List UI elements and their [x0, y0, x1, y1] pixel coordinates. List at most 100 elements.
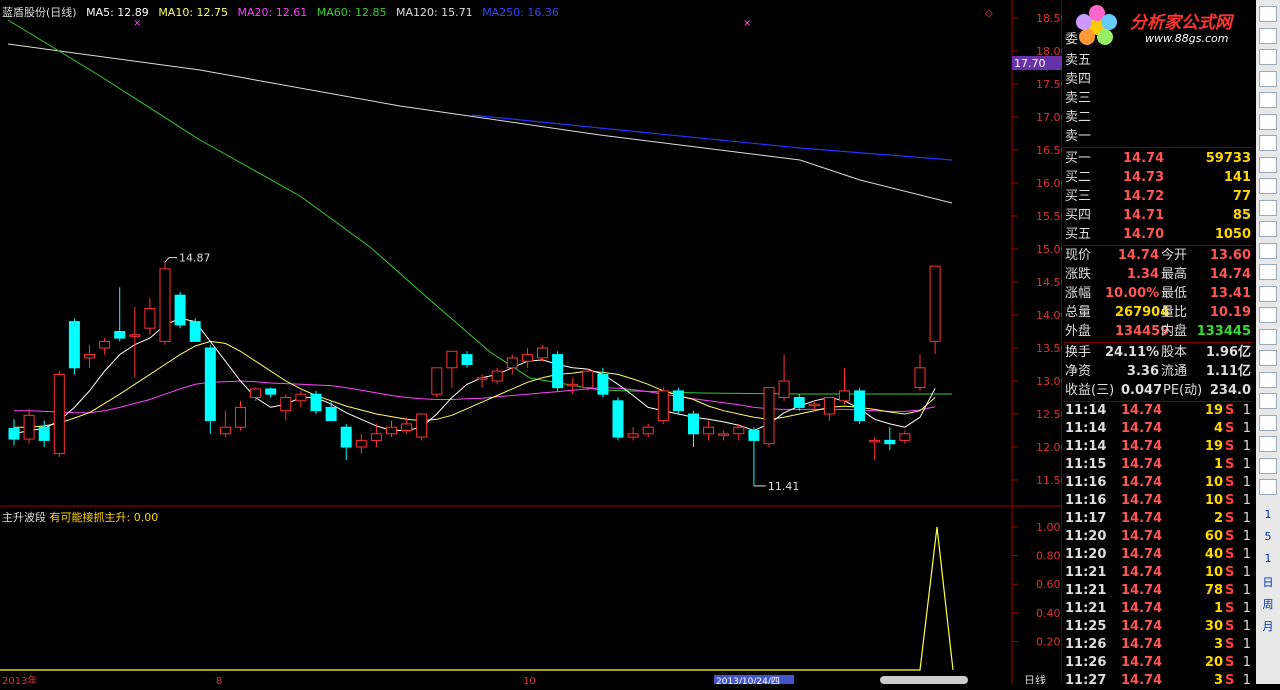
table-icon[interactable]	[1259, 70, 1277, 87]
ruler-icon[interactable]	[1259, 436, 1277, 452]
date-label-8: 8	[216, 676, 222, 684]
candle	[506, 357, 518, 369]
kline-chart-area[interactable]: 18.5018.0017.5017.0016.5016.0015.5015.00…	[0, 0, 1062, 684]
ma250-label: MA250: 16.36	[482, 6, 559, 19]
price-tick-label: 14.50	[1036, 276, 1062, 289]
candle	[748, 430, 760, 441]
candle	[431, 367, 443, 395]
stock-title: 蓝盾股份(日线)	[2, 6, 77, 19]
stat-row-3: 涨幅 10.00% 最低 13.41	[1065, 286, 1251, 301]
candle	[401, 423, 413, 431]
bid-1: 买一 14.74 59733	[1065, 151, 1251, 166]
candle	[552, 354, 564, 389]
indicator-tick-label: 0.40	[1036, 607, 1061, 620]
price-tick-label: 13.50	[1036, 342, 1062, 355]
price-tick-label: 17.00	[1036, 111, 1062, 124]
candle	[84, 354, 95, 359]
tick-row: 11:16 14.74 10 S 1	[1065, 493, 1251, 508]
candle	[884, 439, 896, 445]
candle	[688, 413, 699, 435]
period-shortcut[interactable]: 1	[1256, 552, 1280, 565]
candle	[68, 321, 80, 369]
ma120-line	[7, 43, 953, 204]
wave-icon[interactable]	[1259, 350, 1277, 366]
stat-row-4: 总量 267904 量比 10.19	[1065, 305, 1251, 320]
chart-icon[interactable]	[1259, 113, 1277, 130]
down-icon[interactable]	[1259, 27, 1277, 44]
tick-row: 11:21 14.74 1 S 1	[1065, 601, 1251, 616]
indicator-tick-label: 1.00	[1036, 521, 1061, 534]
candle	[869, 439, 881, 443]
date-label-10: 10	[523, 676, 536, 684]
candle	[250, 388, 262, 399]
candle	[355, 439, 367, 448]
indicator-name: 主升波段	[2, 511, 46, 524]
box-icon[interactable]	[1259, 479, 1277, 495]
ma5-label: MA5: 12.89	[86, 6, 149, 19]
candle	[627, 433, 639, 438]
marker-diamond: ◇	[985, 8, 993, 19]
candle	[219, 426, 231, 435]
candle	[642, 426, 654, 435]
kline-icon[interactable]	[1259, 156, 1277, 173]
fs-icon[interactable]	[1259, 457, 1277, 474]
current-price-marker-label: 17.70	[1014, 57, 1046, 70]
doc-icon[interactable]	[1259, 178, 1277, 194]
bid-5: 买五 14.70 1050	[1065, 227, 1251, 242]
price-tick-label: 16.50	[1036, 144, 1062, 157]
grid-icon[interactable]	[1259, 328, 1277, 345]
tick-row: 11:16 14.74 10 S 1	[1065, 475, 1251, 490]
candle	[476, 377, 488, 380]
tick-row: 11:27 14.74 3 S 1	[1065, 673, 1251, 688]
candle	[8, 428, 20, 440]
right-toolbar: 1 5 1 日周月	[1256, 0, 1280, 684]
chart-icon[interactable]	[1259, 92, 1277, 108]
f10-icon[interactable]	[1259, 264, 1277, 280]
list-icon[interactable]	[1259, 221, 1277, 237]
candle	[582, 370, 594, 389]
bid-3: 买三 14.72 77	[1065, 189, 1251, 204]
price-tick-label: 15.50	[1036, 210, 1062, 223]
minus-icon[interactable]	[1259, 6, 1277, 22]
candle	[325, 406, 337, 422]
list-icon[interactable]	[1259, 242, 1277, 259]
fia-icon[interactable]	[1259, 307, 1277, 323]
candle	[672, 390, 684, 412]
candle	[265, 388, 277, 395]
kline-chart[interactable]: 18.5018.0017.5017.0016.5016.0015.5015.00…	[0, 0, 1062, 684]
candle	[280, 397, 292, 412]
ma-legend: 蓝盾股份(日线) MA5: 12.89 MA10: 12.75 MA20: 12…	[2, 4, 565, 20]
candle	[733, 426, 745, 435]
price-tick-label: 13.00	[1036, 375, 1062, 388]
period-shortcut[interactable]: 5	[1256, 530, 1280, 543]
fiz-icon[interactable]	[1259, 285, 1277, 302]
period-shortcut[interactable]: 周	[1256, 596, 1280, 612]
candle	[204, 347, 216, 422]
tick-row: 11:26 14.74 3 S 1	[1065, 637, 1251, 652]
indicator-tick-label: 0.20	[1036, 635, 1061, 648]
candle	[929, 265, 941, 342]
quote-panel: 委 卖五 卖四 卖三 卖二 卖一 买一 14.74 59733 买二 14.73 141…	[1063, 0, 1255, 688]
tick-row: 11:14 14.74 19 S 1	[1065, 403, 1251, 418]
period-shortcut[interactable]: 日	[1256, 574, 1280, 590]
tick-row: 11:20 14.74 40 S 1	[1065, 547, 1251, 562]
indicator-tick-label: 0.80	[1036, 550, 1061, 563]
period-shortcut[interactable]: 月	[1256, 618, 1280, 634]
candle	[416, 413, 428, 438]
tick-row: 11:14 14.74 19 S 1	[1065, 439, 1251, 454]
ma10-label: MA10: 12.75	[158, 6, 229, 19]
f10-icon[interactable]	[1259, 199, 1277, 216]
candle	[235, 406, 246, 428]
rsi-icon[interactable]	[1259, 371, 1277, 388]
stat-row-7: 净资 3.36 流通 1.11亿	[1065, 364, 1251, 379]
period-shortcut[interactable]: 1	[1256, 508, 1280, 521]
candle	[129, 334, 141, 337]
grid-icon[interactable]	[1259, 49, 1277, 65]
kline-icon[interactable]	[1259, 135, 1277, 151]
stat-row-2: 涨跌 1.34 最高 14.74	[1065, 267, 1251, 282]
arrow-icon[interactable]	[1259, 393, 1277, 409]
ma120-label: MA120: 15.71	[395, 6, 473, 19]
candle	[778, 380, 790, 398]
move-icon[interactable]	[1259, 414, 1277, 431]
ma5-line	[13, 317, 936, 435]
